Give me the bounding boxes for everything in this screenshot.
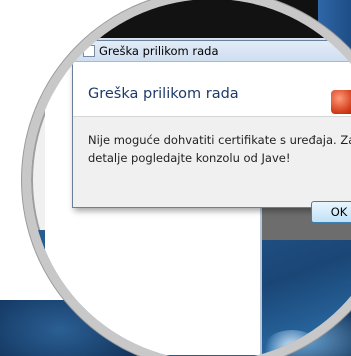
- dialog-titlebar[interactable]: Greška prilikom rada: [73, 41, 351, 62]
- error-icon: [331, 90, 351, 114]
- ok-button[interactable]: OK: [311, 201, 351, 223]
- dialog-message: Nije moguće dohvatiti certifikate s uređ…: [88, 133, 351, 165]
- magnified-dark-band: [31, 0, 351, 40]
- dialog-header: Greška prilikom rada: [73, 62, 351, 117]
- dialog-title: Greška prilikom rada: [99, 44, 219, 58]
- dialog-body: Nije moguće dohvatiti certifikate s uređ…: [73, 117, 351, 223]
- background-window-label: if: [50, 70, 58, 84]
- error-dialog: Greška prilikom rada Greška prilikom rad…: [72, 40, 351, 223]
- window-icon: [83, 45, 95, 57]
- screen: if Greška prilikom rada Greška prilikom …: [0, 0, 351, 356]
- magnifier-lens: if Greška prilikom rada Greška prilikom …: [22, 0, 351, 356]
- magnified-content: if Greška prilikom rada Greška prilikom …: [31, 0, 351, 356]
- dialog-heading: Greška prilikom rada: [88, 86, 239, 102]
